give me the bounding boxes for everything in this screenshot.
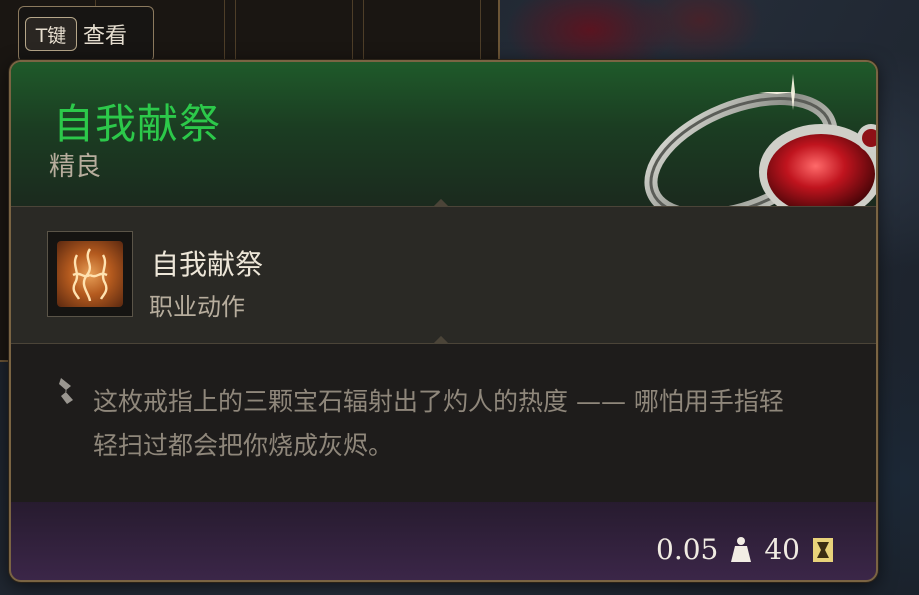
weight-icon	[728, 535, 754, 565]
item-description: 这枚戒指上的三颗宝石辐射出了灼人的热度 —— 哪怕用手指轻轻扫过都会把你烧成灰烬…	[93, 387, 784, 460]
item-name: 自我献祭	[53, 100, 221, 148]
action-section: 自我献祭 职业动作	[11, 207, 876, 343]
fire-spell-icon	[57, 241, 123, 307]
item-weight: 0.05	[656, 533, 719, 566]
item-stats: 0.05 40	[656, 533, 836, 566]
examine-hint-button[interactable]: T键 查看	[18, 6, 154, 62]
gold-icon	[810, 535, 836, 565]
action-type: 职业动作	[149, 293, 245, 321]
action-icon-frame[interactable]	[47, 231, 133, 317]
description-section: 这枚戒指上的三颗宝石辐射出了灼人的热度 —— 哪怕用手指轻轻扫过都会把你烧成灰烬…	[11, 344, 876, 502]
bullet-icon	[59, 378, 73, 404]
item-value: 40	[764, 533, 800, 566]
keycap-t: T键	[25, 17, 77, 51]
item-tooltip: 自我献祭 精良 自我献祭 职业动作 这枚戒指上的三颗宝石辐射出了灼人的热度 ——…	[9, 60, 878, 582]
item-rarity: 精良	[49, 152, 102, 182]
action-name: 自我献祭	[151, 248, 264, 281]
examine-label: 查看	[83, 24, 128, 49]
